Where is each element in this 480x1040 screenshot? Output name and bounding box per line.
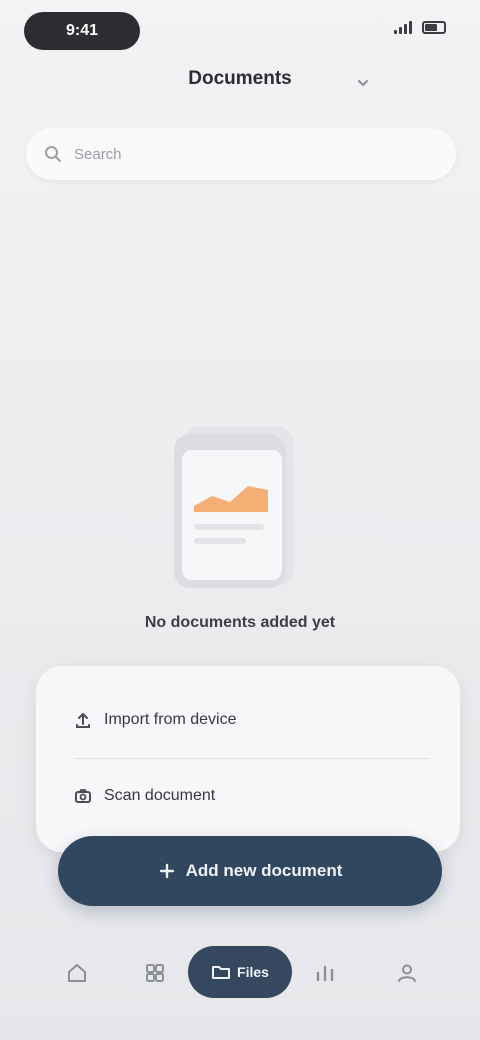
scan-document-option[interactable]: Scan document <box>36 770 460 822</box>
status-bar: 9:41 <box>0 0 480 60</box>
search-input[interactable] <box>72 144 456 164</box>
nav-chart[interactable] <box>310 958 340 988</box>
upload-icon <box>76 713 90 728</box>
page-title[interactable]: Documents <box>0 68 480 90</box>
bottom-navigation: Files <box>0 932 480 1012</box>
status-time: 9:41 <box>24 12 140 50</box>
header: Documents <box>0 60 480 110</box>
camera-icon <box>75 789 91 803</box>
add-options-sheet: Import from device Scan document <box>36 666 460 852</box>
add-new-document-button[interactable]: Add new document <box>58 836 442 906</box>
search-bar[interactable] <box>26 128 456 180</box>
battery-icon <box>422 20 446 34</box>
search-icon <box>45 146 61 162</box>
import-from-device-option[interactable]: Import from device <box>36 694 460 746</box>
status-icons <box>394 20 446 34</box>
chart-icon <box>316 965 334 982</box>
add-new-document-label: Add new document <box>185 861 343 880</box>
folder-icon <box>212 966 231 979</box>
grid-icon <box>146 964 164 982</box>
signal-icon <box>394 20 414 34</box>
user-icon <box>398 964 416 982</box>
plus-icon <box>159 863 174 879</box>
app-screen: 9:41 Documents No documents added yet <box>0 0 480 1040</box>
nav-profile[interactable] <box>392 958 422 988</box>
nav-files-active[interactable]: Files <box>188 946 292 998</box>
nav-home[interactable] <box>62 958 92 988</box>
scan-document-label: Scan document <box>104 787 216 804</box>
import-from-device-label: Import from device <box>104 711 237 728</box>
nav-grid[interactable] <box>140 958 170 988</box>
nav-files-label: Files <box>237 964 269 980</box>
chevron-down-icon[interactable] <box>356 76 370 90</box>
home-icon <box>68 964 86 982</box>
empty-state-message: No documents added yet <box>144 614 336 631</box>
document-icon <box>174 426 294 588</box>
sheet-divider <box>74 758 430 759</box>
